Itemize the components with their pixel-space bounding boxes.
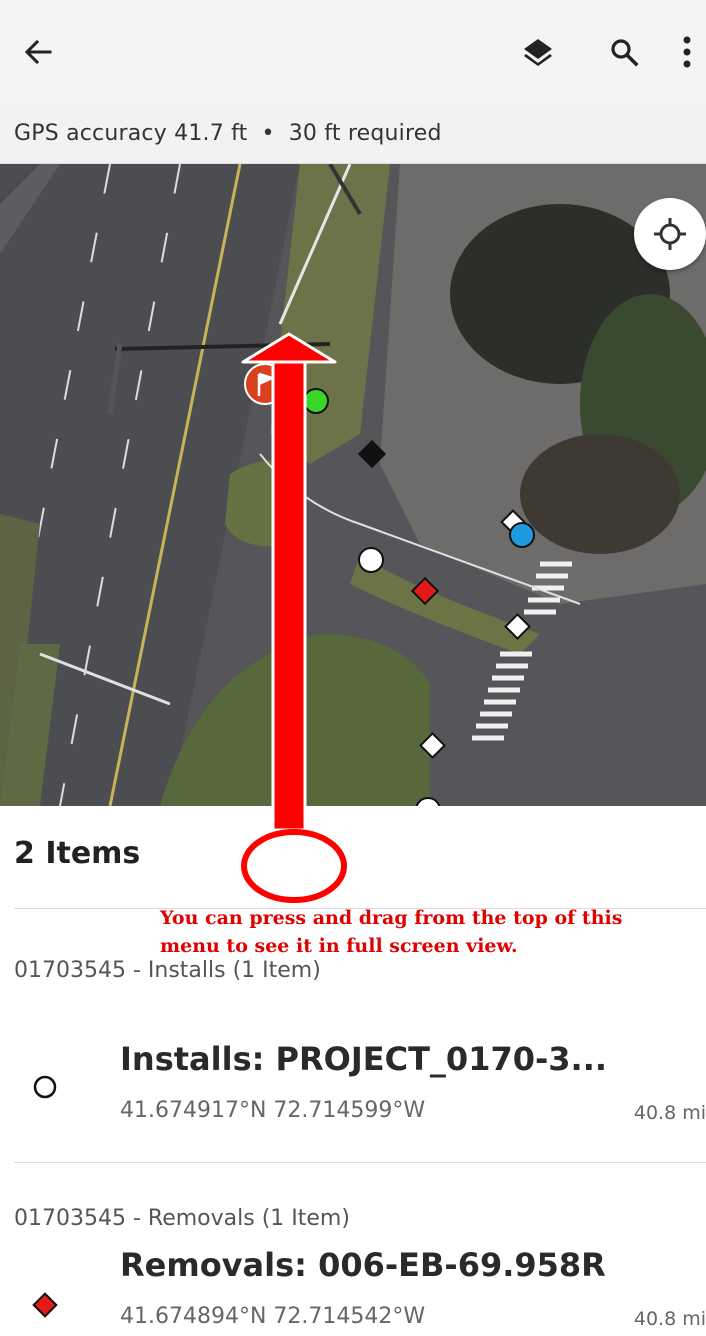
arrow-left-icon [24,39,52,65]
item-title-installs: Installs: PROJECT_0170-3... [120,1040,607,1078]
group-label-removals: 01703545 - Removals (1 Item) [14,1206,350,1231]
more-vertical-icon [683,36,691,68]
layers-button[interactable] [512,26,564,78]
search-button[interactable] [598,26,650,78]
item-coords-installs: 41.674917°N 72.714599°W [120,1098,426,1123]
crosshair-locate-icon [654,218,686,250]
layers-icon [524,39,552,66]
items-count-title: 2 Items [14,836,141,871]
group-label-installs: 01703545 - Installs (1 Item) [14,958,321,983]
more-options-button[interactable] [668,26,706,78]
app-bar [0,0,706,104]
gps-accuracy-bar: GPS accuracy 41.7 ft • 30 ft required [0,104,706,164]
gps-required-text: 30 ft required [288,121,442,146]
aerial-imagery [0,164,706,806]
item-distance-installs: 40.8 mi [633,1102,706,1124]
circle-outline-icon [33,1075,57,1099]
item-distance-removals: 40.8 mi [633,1308,706,1330]
gps-separator: • [261,121,275,146]
back-button[interactable] [12,26,64,78]
item-coords-removals: 41.674894°N 72.714542°W [120,1304,426,1329]
item-title-removals: Removals: 006-EB-69.958R [120,1246,606,1284]
divider [14,1162,706,1163]
tutorial-note: You can press and drag from the top of t… [160,907,623,957]
results-bottom-sheet[interactable]: 2 Items 01703545 - Installs (1 Item) Ins… [0,806,706,1336]
locate-me-button[interactable] [634,198,706,270]
gps-accuracy-text: GPS accuracy 41.7 ft [14,121,248,146]
map-view[interactable] [0,164,706,806]
red-diamond-icon [32,1292,58,1318]
search-icon [611,39,639,67]
